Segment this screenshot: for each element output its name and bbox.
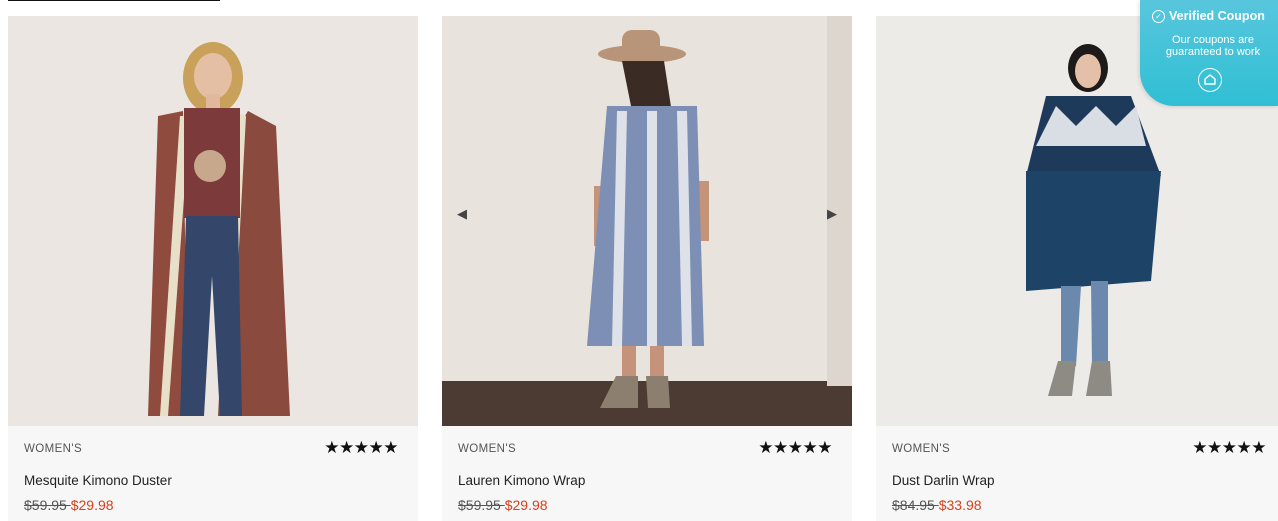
sale-price: $29.98: [504, 497, 548, 513]
coupon-title: ✓ Verified Coupon: [1152, 9, 1265, 23]
top-divider: [8, 0, 220, 1]
product-info: WOMEN'S ★★★★★ Lauren Kimono Wrap $59.95 …: [442, 426, 852, 521]
sale-price: $33.98: [938, 497, 982, 513]
product-image[interactable]: [8, 16, 418, 426]
product-price: $59.95 $29.98: [458, 497, 548, 513]
carousel-prev-arrow-icon[interactable]: ◀: [452, 205, 472, 225]
sale-price: $29.98: [70, 497, 114, 513]
product-info: WOMEN'S ★★★★★ Mesquite Kimono Duster $59…: [8, 426, 418, 521]
product-name-link[interactable]: Lauren Kimono Wrap: [458, 473, 585, 488]
carousel-next-arrow-icon[interactable]: ▶: [822, 205, 842, 225]
rating-stars-icon: ★★★★★: [758, 438, 832, 458]
original-price: $59.95: [24, 497, 71, 513]
product-name-link[interactable]: Dust Darlin Wrap: [892, 473, 995, 488]
product-price: $59.95 $29.98: [24, 497, 114, 513]
product-image[interactable]: ◀ ▶: [442, 16, 852, 426]
original-price: $84.95: [892, 497, 939, 513]
rating-stars-icon: ★★★★★: [324, 438, 398, 458]
product-category: WOMEN'S: [458, 443, 517, 455]
coupon-title-text: Verified Coupon: [1169, 9, 1265, 23]
coupon-subtitle: Our coupons are guaranteed to work: [1165, 34, 1261, 58]
product-name-link[interactable]: Mesquite Kimono Duster: [24, 473, 172, 488]
product-category: WOMEN'S: [24, 443, 83, 455]
product-category: WOMEN'S: [892, 443, 951, 455]
product-card[interactable]: WOMEN'S ★★★★★ Mesquite Kimono Duster $59…: [8, 16, 418, 521]
product-card[interactable]: ◀ ▶ WOMEN'S ★★★★★ Lauren Kimono Wrap $59…: [442, 16, 852, 521]
check-circle-icon: ✓: [1152, 9, 1165, 23]
product-info: WOMEN'S ★★★★★ Dust Darlin Wrap $84.95 $3…: [876, 426, 1278, 521]
coupon-logo-icon[interactable]: [1198, 68, 1222, 92]
rating-stars-icon: ★★★★★: [1192, 438, 1266, 458]
original-price: $59.95: [458, 497, 505, 513]
verified-coupon-widget[interactable]: ✓ Verified Coupon Our coupons are guaran…: [1140, 0, 1278, 106]
product-price: $84.95 $33.98: [892, 497, 982, 513]
